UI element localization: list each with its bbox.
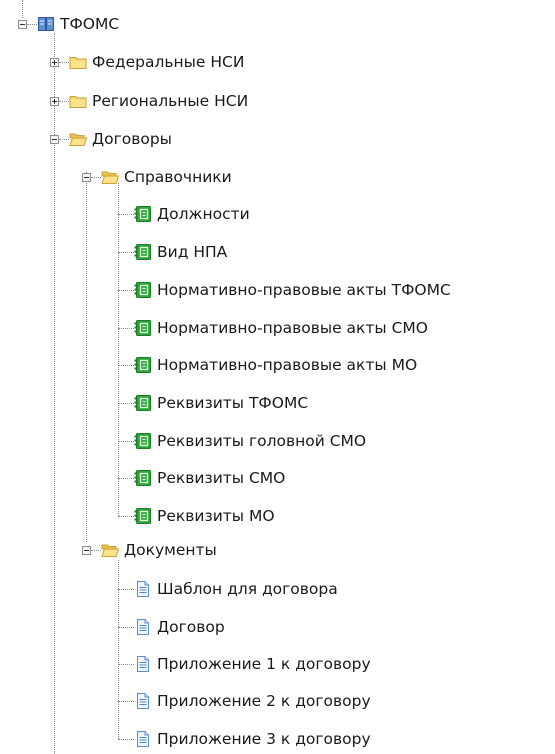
tree-node-label: Нормативно-правовые акты СМО [157,319,428,337]
expand-toggle[interactable] [50,97,59,106]
tree-line [118,516,134,517]
tree-node-document[interactable]: Приложение 1 к договору [134,652,371,676]
collapse-toggle[interactable] [18,20,27,29]
folder-open-icon [101,542,119,558]
tree-node-catalog[interactable]: Вид НПА [134,240,227,264]
collapse-toggle[interactable] [50,135,59,144]
folder-closed-icon [69,93,87,109]
tree-line [118,183,119,516]
catalog-icon [134,470,152,486]
tree-line [118,403,134,404]
tree-line [86,172,87,542]
catalog-icon [134,357,152,373]
tree-line [118,739,134,740]
catalog-icon [134,395,152,411]
tree-line [118,589,134,590]
tree-line [118,664,134,665]
catalog-icon [134,508,152,524]
tree-node-label: Реквизиты ТФОМС [157,394,309,412]
tree-line [54,33,55,139]
tree-line [118,365,134,366]
tree-node-label: Договоры [92,130,172,148]
tree-node-spravochniki[interactable]: Справочники [101,165,232,189]
tree-node-catalog[interactable]: Нормативно-правовые акты МО [134,353,417,377]
tree-node-document[interactable]: Договор [134,615,225,639]
document-icon [134,656,152,672]
tree-line [54,145,55,754]
tree-node-label: Федеральные НСИ [92,53,245,71]
tree-node-label: Приложение 2 к договору [157,692,371,710]
tree-line [22,0,23,18]
tree-node-dokumenty[interactable]: Документы [101,538,217,562]
tree-node-label: Шаблон для договора [157,580,338,598]
tree-line [91,550,101,551]
tree-node-catalog[interactable]: Реквизиты ТФОМС [134,391,308,415]
tree-node-label: Справочники [124,168,232,186]
tree-line [91,177,101,178]
tree-node-label: Приложение 1 к договору [157,655,371,673]
collapse-toggle[interactable] [82,173,91,182]
tree-node-label: Нормативно-правовые акты МО [157,356,418,374]
tree-line [59,139,69,140]
tree-line [59,62,69,63]
tree-line [118,627,134,628]
tree-node-label: Документы [124,541,217,559]
tree-line [118,560,119,739]
catalog-icon [134,206,152,222]
tree-node-document[interactable]: Приложение 2 к договору [134,689,371,713]
document-icon [134,581,152,597]
tree-node-dogovory[interactable]: Договоры [69,127,172,151]
tree-line [118,328,134,329]
folder-open-icon [101,169,119,185]
tree-node-label: Реквизиты МО [157,507,275,525]
document-icon [134,693,152,709]
folder-closed-icon [69,54,87,70]
tree-node-catalog[interactable]: Должности [134,202,250,226]
document-icon [134,731,152,747]
tree-node-label: ТФОМС [60,15,120,33]
collapse-toggle[interactable] [82,546,91,555]
expand-toggle[interactable] [50,58,59,67]
tree-line [118,290,134,291]
tree-node-federal-nsi[interactable]: Федеральные НСИ [69,50,244,74]
tree-line [27,24,37,25]
tree-node-label: Нормативно-правовые акты ТФОМС [157,281,451,299]
tree-line [59,101,69,102]
tree-node-label: Вид НПА [157,243,228,261]
catalog-icon [134,282,152,298]
tree-node-label: Региональные НСИ [92,92,249,110]
tree-node-label: Реквизиты СМО [157,469,286,487]
tree-node-document[interactable]: Приложение 3 к договору [134,727,371,751]
tree-node-label: Должности [157,205,250,223]
folder-open-icon [69,131,87,147]
tree-node-regional-nsi[interactable]: Региональные НСИ [69,89,248,113]
document-icon [134,619,152,635]
tree-node-document[interactable]: Шаблон для договора [134,577,338,601]
tree-line [118,252,134,253]
tree-node-label: Реквизиты головной СМО [157,432,367,450]
catalog-icon [134,320,152,336]
tree-node-catalog[interactable]: Нормативно-правовые акты СМО [134,316,428,340]
book-icon [37,16,55,32]
tree-node-tfoms[interactable]: ТФОМС [37,12,119,36]
tree-node-catalog[interactable]: Реквизиты СМО [134,466,285,490]
tree-node-catalog[interactable]: Реквизиты головной СМО [134,429,366,453]
tree-line [118,701,134,702]
tree-node-label: Договор [157,618,225,636]
tree-node-catalog[interactable]: Реквизиты МО [134,504,275,528]
tree-line [118,441,134,442]
tree-node-label: Приложение 3 к договору [157,730,371,748]
catalog-icon [134,244,152,260]
tree-line [118,478,134,479]
tree-node-catalog[interactable]: Нормативно-правовые акты ТФОМС [134,278,451,302]
tree-view: ТФОМС Федеральные НСИ Региональные НСИ Д… [0,0,555,754]
tree-line [118,214,134,215]
catalog-icon [134,433,152,449]
